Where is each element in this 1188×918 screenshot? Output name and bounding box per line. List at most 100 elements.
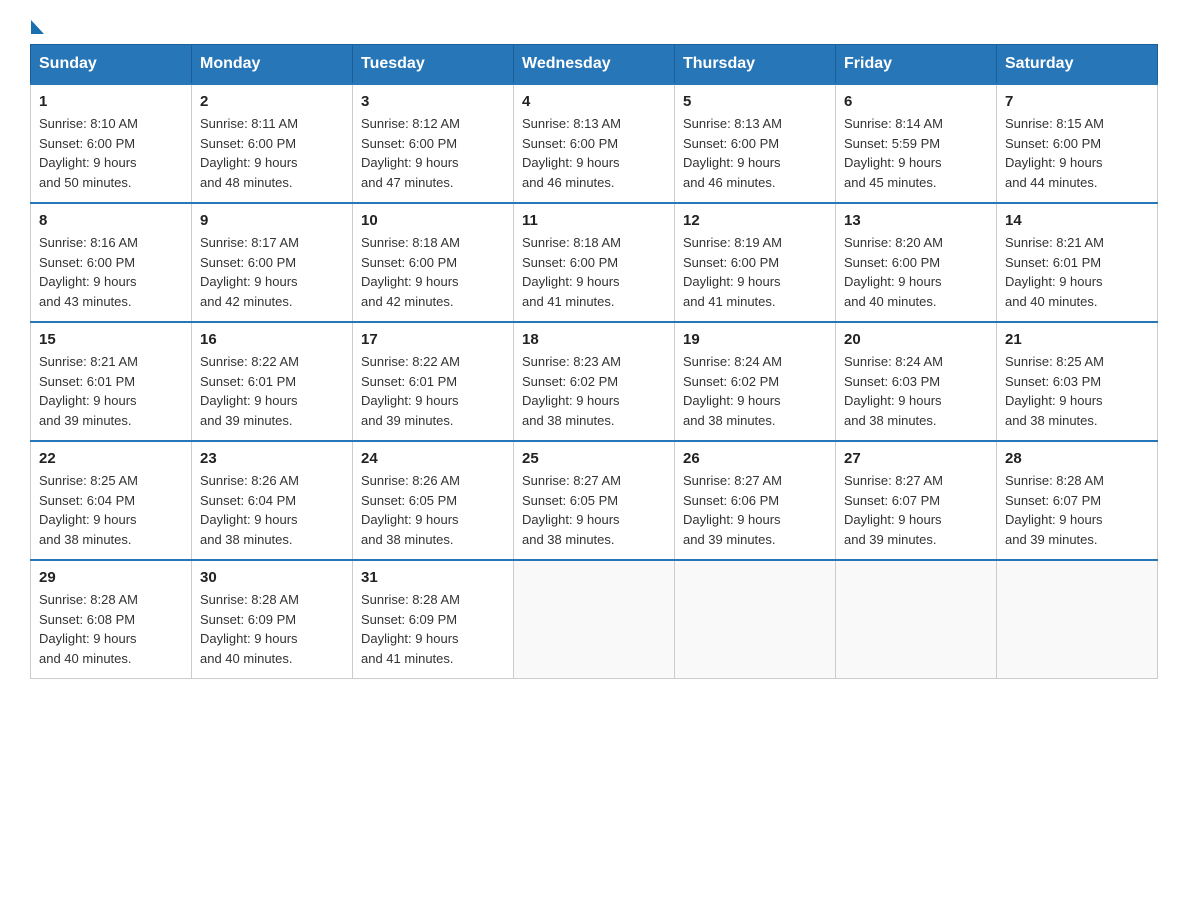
calendar-cell: 18 Sunrise: 8:23 AMSunset: 6:02 PMDayligh… <box>514 322 675 441</box>
calendar-header-saturday: Saturday <box>997 45 1158 85</box>
day-number: 18 <box>522 331 666 348</box>
day-info: Sunrise: 8:24 AMSunset: 6:03 PMDaylight:… <box>844 352 988 430</box>
calendar-week-row: 15 Sunrise: 8:21 AMSunset: 6:01 PMDayligh… <box>31 322 1158 441</box>
calendar-cell: 11 Sunrise: 8:18 AMSunset: 6:00 PMDayligh… <box>514 203 675 322</box>
day-number: 6 <box>844 93 988 110</box>
day-number: 29 <box>39 569 183 586</box>
day-info: Sunrise: 8:28 AMSunset: 6:09 PMDaylight:… <box>361 590 505 668</box>
calendar-cell <box>675 560 836 679</box>
calendar-cell: 21 Sunrise: 8:25 AMSunset: 6:03 PMDayligh… <box>997 322 1158 441</box>
day-number: 21 <box>1005 331 1149 348</box>
day-number: 14 <box>1005 212 1149 229</box>
day-number: 19 <box>683 331 827 348</box>
day-number: 5 <box>683 93 827 110</box>
calendar-cell <box>997 560 1158 679</box>
day-number: 4 <box>522 93 666 110</box>
calendar-cell: 9 Sunrise: 8:17 AMSunset: 6:00 PMDaylight… <box>192 203 353 322</box>
calendar-cell: 22 Sunrise: 8:25 AMSunset: 6:04 PMDayligh… <box>31 441 192 560</box>
calendar-header-thursday: Thursday <box>675 45 836 85</box>
day-info: Sunrise: 8:28 AMSunset: 6:08 PMDaylight:… <box>39 590 183 668</box>
day-number: 8 <box>39 212 183 229</box>
calendar-cell <box>836 560 997 679</box>
day-number: 1 <box>39 93 183 110</box>
calendar-cell: 12Sunrise: 8:19 AMSunset: 6:00 PMDayligh… <box>675 203 836 322</box>
day-info: Sunrise: 8:25 AMSunset: 6:04 PMDaylight:… <box>39 471 183 549</box>
day-number: 3 <box>361 93 505 110</box>
calendar-cell: 1 Sunrise: 8:10 AMSunset: 6:00 PMDaylight… <box>31 84 192 203</box>
day-info: Sunrise: 8:25 AMSunset: 6:03 PMDaylight:… <box>1005 352 1149 430</box>
day-info: Sunrise: 8:22 AMSunset: 6:01 PMDaylight:… <box>200 352 344 430</box>
calendar-cell: 24Sunrise: 8:26 AMSunset: 6:05 PMDayligh… <box>353 441 514 560</box>
day-info: Sunrise: 8:26 AMSunset: 6:05 PMDaylight:… <box>361 471 505 549</box>
day-info: Sunrise: 8:17 AMSunset: 6:00 PMDaylight:… <box>200 233 344 311</box>
day-number: 2 <box>200 93 344 110</box>
calendar-cell: 2 Sunrise: 8:11 AMSunset: 6:00 PMDaylight… <box>192 84 353 203</box>
day-number: 11 <box>522 212 666 229</box>
calendar-header-tuesday: Tuesday <box>353 45 514 85</box>
calendar-cell: 8 Sunrise: 8:16 AMSunset: 6:00 PMDaylight… <box>31 203 192 322</box>
calendar-header-monday: Monday <box>192 45 353 85</box>
day-info: Sunrise: 8:18 AMSunset: 6:00 PMDaylight:… <box>522 233 666 311</box>
day-number: 25 <box>522 450 666 467</box>
calendar-cell: 13Sunrise: 8:20 AMSunset: 6:00 PMDayligh… <box>836 203 997 322</box>
day-number: 27 <box>844 450 988 467</box>
day-number: 23 <box>200 450 344 467</box>
day-number: 20 <box>844 331 988 348</box>
day-info: Sunrise: 8:28 AMSunset: 6:07 PMDaylight:… <box>1005 471 1149 549</box>
day-number: 30 <box>200 569 344 586</box>
day-info: Sunrise: 8:13 AMSunset: 6:00 PMDaylight:… <box>683 114 827 192</box>
day-info: Sunrise: 8:16 AMSunset: 6:00 PMDaylight:… <box>39 233 183 311</box>
day-number: 7 <box>1005 93 1149 110</box>
calendar-cell: 20 Sunrise: 8:24 AMSunset: 6:03 PMDayligh… <box>836 322 997 441</box>
day-info: Sunrise: 8:13 AMSunset: 6:00 PMDaylight:… <box>522 114 666 192</box>
day-info: Sunrise: 8:21 AMSunset: 6:01 PMDaylight:… <box>39 352 183 430</box>
page-header <box>30 20 1158 34</box>
day-info: Sunrise: 8:15 AMSunset: 6:00 PMDaylight:… <box>1005 114 1149 192</box>
day-number: 31 <box>361 569 505 586</box>
day-info: Sunrise: 8:18 AMSunset: 6:00 PMDaylight:… <box>361 233 505 311</box>
calendar-cell: 19 Sunrise: 8:24 AMSunset: 6:02 PMDayligh… <box>675 322 836 441</box>
calendar-cell: 25 Sunrise: 8:27 AMSunset: 6:05 PMDayligh… <box>514 441 675 560</box>
calendar-cell: 14 Sunrise: 8:21 AMSunset: 6:01 PMDayligh… <box>997 203 1158 322</box>
calendar-cell: 10Sunrise: 8:18 AMSunset: 6:00 PMDayligh… <box>353 203 514 322</box>
day-info: Sunrise: 8:28 AMSunset: 6:09 PMDaylight:… <box>200 590 344 668</box>
calendar-cell: 23 Sunrise: 8:26 AMSunset: 6:04 PMDayligh… <box>192 441 353 560</box>
calendar-cell: 15 Sunrise: 8:21 AMSunset: 6:01 PMDayligh… <box>31 322 192 441</box>
day-info: Sunrise: 8:27 AMSunset: 6:05 PMDaylight:… <box>522 471 666 549</box>
calendar-cell: 26Sunrise: 8:27 AMSunset: 6:06 PMDayligh… <box>675 441 836 560</box>
calendar-cell: 31 Sunrise: 8:28 AMSunset: 6:09 PMDayligh… <box>353 560 514 679</box>
calendar-cell: 6 Sunrise: 8:14 AMSunset: 5:59 PMDaylight… <box>836 84 997 203</box>
calendar-week-row: 1 Sunrise: 8:10 AMSunset: 6:00 PMDaylight… <box>31 84 1158 203</box>
day-info: Sunrise: 8:21 AMSunset: 6:01 PMDaylight:… <box>1005 233 1149 311</box>
calendar-cell: 5 Sunrise: 8:13 AMSunset: 6:00 PMDaylight… <box>675 84 836 203</box>
calendar-week-row: 22 Sunrise: 8:25 AMSunset: 6:04 PMDayligh… <box>31 441 1158 560</box>
calendar-cell: 28Sunrise: 8:28 AMSunset: 6:07 PMDayligh… <box>997 441 1158 560</box>
calendar-header-friday: Friday <box>836 45 997 85</box>
calendar-header-row: SundayMondayTuesdayWednesdayThursdayFrid… <box>31 45 1158 85</box>
day-info: Sunrise: 8:27 AMSunset: 6:07 PMDaylight:… <box>844 471 988 549</box>
calendar-week-row: 29 Sunrise: 8:28 AMSunset: 6:08 PMDayligh… <box>31 560 1158 679</box>
day-number: 16 <box>200 331 344 348</box>
day-info: Sunrise: 8:14 AMSunset: 5:59 PMDaylight:… <box>844 114 988 192</box>
day-info: Sunrise: 8:20 AMSunset: 6:00 PMDaylight:… <box>844 233 988 311</box>
day-info: Sunrise: 8:11 AMSunset: 6:00 PMDaylight:… <box>200 114 344 192</box>
day-info: Sunrise: 8:22 AMSunset: 6:01 PMDaylight:… <box>361 352 505 430</box>
day-info: Sunrise: 8:10 AMSunset: 6:00 PMDaylight:… <box>39 114 183 192</box>
calendar-cell: 29 Sunrise: 8:28 AMSunset: 6:08 PMDayligh… <box>31 560 192 679</box>
day-info: Sunrise: 8:23 AMSunset: 6:02 PMDaylight:… <box>522 352 666 430</box>
day-info: Sunrise: 8:26 AMSunset: 6:04 PMDaylight:… <box>200 471 344 549</box>
calendar-cell <box>514 560 675 679</box>
day-info: Sunrise: 8:24 AMSunset: 6:02 PMDaylight:… <box>683 352 827 430</box>
calendar-cell: 30 Sunrise: 8:28 AMSunset: 6:09 PMDayligh… <box>192 560 353 679</box>
day-number: 9 <box>200 212 344 229</box>
calendar-header-sunday: Sunday <box>31 45 192 85</box>
day-number: 22 <box>39 450 183 467</box>
day-number: 15 <box>39 331 183 348</box>
calendar-cell: 3Sunrise: 8:12 AMSunset: 6:00 PMDaylight… <box>353 84 514 203</box>
day-info: Sunrise: 8:19 AMSunset: 6:00 PMDaylight:… <box>683 233 827 311</box>
calendar-cell: 17Sunrise: 8:22 AMSunset: 6:01 PMDayligh… <box>353 322 514 441</box>
day-number: 26 <box>683 450 827 467</box>
calendar-week-row: 8 Sunrise: 8:16 AMSunset: 6:00 PMDaylight… <box>31 203 1158 322</box>
logo <box>30 20 44 34</box>
calendar-header-wednesday: Wednesday <box>514 45 675 85</box>
